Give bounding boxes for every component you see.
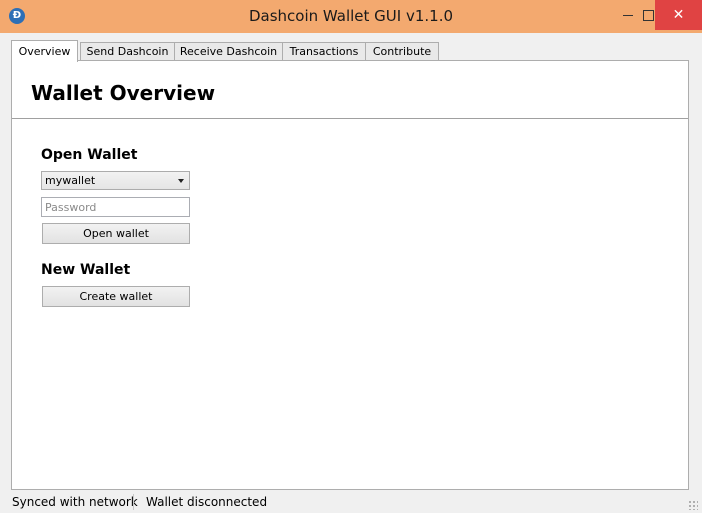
header-divider (12, 118, 688, 119)
chevron-down-icon (178, 179, 184, 183)
wallet-status: Wallet disconnected (146, 495, 268, 509)
create-wallet-button[interactable]: Create wallet (42, 286, 190, 307)
tab-receive-dashcoin[interactable]: Receive Dashcoin (174, 42, 283, 60)
resize-grip-icon[interactable] (688, 500, 698, 510)
close-button[interactable]: ✕ (655, 0, 702, 30)
status-separator (133, 494, 134, 510)
close-icon: ✕ (672, 7, 685, 23)
title-bar: Đ Dashcoin Wallet GUI v1.1.0 ✕ (0, 0, 702, 33)
password-input[interactable] (41, 197, 190, 217)
tab-overview[interactable]: Overview (11, 40, 78, 62)
tab-send-dashcoin[interactable]: Send Dashcoin (80, 42, 175, 60)
window-title: Dashcoin Wallet GUI v1.1.0 (248, 7, 454, 25)
tab-transactions[interactable]: Transactions (282, 42, 366, 60)
tab-contribute[interactable]: Contribute (365, 42, 439, 60)
new-wallet-heading: New Wallet (41, 262, 131, 278)
page-title: Wallet Overview (31, 81, 216, 105)
open-wallet-heading: Open Wallet (41, 147, 138, 163)
sync-status: Synced with network (12, 495, 138, 509)
wallet-select-value: mywallet (45, 174, 96, 187)
overview-panel: Wallet Overview Open Wallet mywallet Ope… (11, 60, 689, 490)
open-wallet-button[interactable]: Open wallet (42, 223, 190, 244)
minimize-icon (623, 15, 633, 16)
status-bar: Synced with network Wallet disconnected (0, 491, 702, 513)
maximize-icon (643, 10, 654, 21)
wallet-select[interactable]: mywallet (41, 171, 190, 190)
